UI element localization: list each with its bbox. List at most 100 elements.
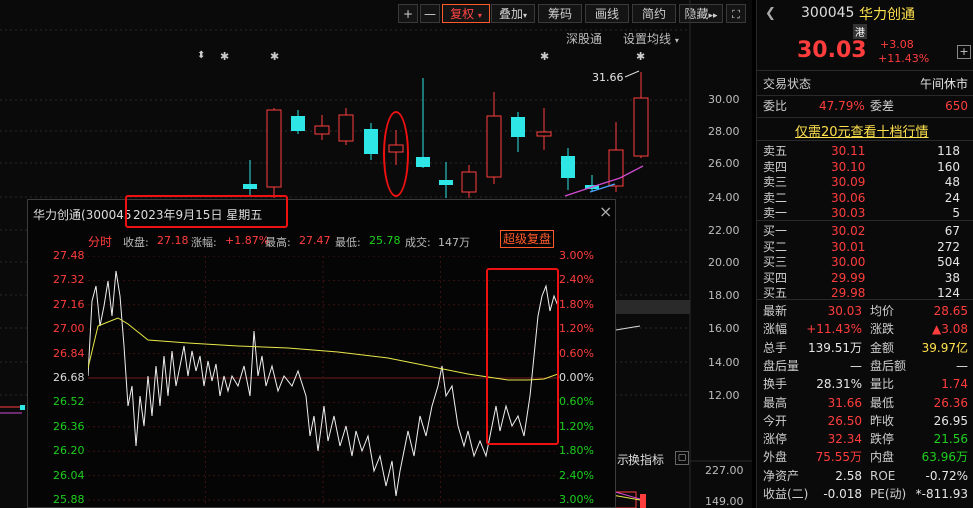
ask-label: 卖四 <box>763 159 788 174</box>
weicha-label: 委差 <box>870 99 895 113</box>
ask-row[interactable]: 卖五 30.11 118 <box>757 143 973 159</box>
ask-volume: 160 <box>937 159 960 174</box>
stat-value: 32.34 <box>827 432 862 447</box>
stat-label: 金额 <box>870 340 895 355</box>
add-watchlist-icon[interactable]: + <box>957 45 971 59</box>
stat-label: 今开 <box>763 413 788 428</box>
right-axis-tick: 1.80% <box>559 297 594 311</box>
stat-row: 收益(二) -0.018 PE(动) *-811.93 <box>757 485 973 503</box>
stat-value: — <box>956 358 968 373</box>
level10-promo-link[interactable]: 仅需20元查看十档行情 <box>795 121 929 140</box>
stat-label: 跌停 <box>870 432 895 447</box>
price-tick: 14.00 <box>708 356 740 369</box>
left-axis-tick: 27.48 <box>53 249 85 262</box>
stat-value: -0.72% <box>925 468 968 483</box>
super-replay-button[interactable]: 超级复盘 <box>500 230 555 248</box>
stat-row: 涨幅 +11.43% 涨跌 ▲3.08 <box>757 320 973 338</box>
mode-tab-fenshi[interactable]: 分时 <box>88 233 112 250</box>
bid-price: 30.00 <box>831 255 866 269</box>
vol-value: 147万 <box>438 236 470 249</box>
bid-volume: 67 <box>944 224 960 238</box>
volume-tick: 227.00 <box>705 464 744 477</box>
stat-value: +11.43% <box>806 322 862 337</box>
ask-label: 卖五 <box>763 144 788 158</box>
bid-row[interactable]: 买三 30.00 504 <box>757 254 973 270</box>
bid-volume: 504 <box>937 255 960 269</box>
stat-label: 净资产 <box>763 468 800 483</box>
right-axis-tick: 0.00% <box>559 371 594 384</box>
bid-row[interactable]: 买二 30.01 272 <box>757 239 973 255</box>
stat-value: 139.51万 <box>808 340 862 355</box>
stock-name: 华力创通 <box>859 7 915 23</box>
high-label: 最高: <box>265 236 291 249</box>
ask-label: 卖二 <box>763 190 788 205</box>
bid-label: 买三 <box>763 255 788 269</box>
ask-row[interactable]: 卖四 30.10 160 <box>757 159 973 175</box>
high-value: 27.47 <box>299 234 331 247</box>
bid-row[interactable]: 买一 30.02 67 <box>757 223 973 239</box>
left-axis-tick: 26.04 <box>53 468 85 482</box>
stat-label: 涨跌 <box>870 322 895 337</box>
price-tick: 12.00 <box>708 389 740 402</box>
stat-row: 外盘 75.55万 内盘 63.96万 <box>757 448 973 466</box>
stat-label: 最高 <box>763 395 788 410</box>
price-tick: 18.00 <box>708 289 740 302</box>
stat-label: 收益(二) <box>763 487 809 501</box>
ask-price: 30.11 <box>831 144 866 158</box>
left-axis-tick: 26.20 <box>53 444 85 458</box>
price-tick: 22.00 <box>708 224 740 237</box>
ask-row[interactable]: 卖一 30.03 5 <box>757 205 973 221</box>
back-arrow-icon[interactable]: ❮ <box>765 6 776 21</box>
stat-label: 最低 <box>870 395 895 410</box>
bid-price: 30.02 <box>831 224 866 238</box>
bid-row[interactable]: 买四 29.99 38 <box>757 270 973 286</box>
stat-label: 外盘 <box>763 450 788 465</box>
change-indicator-button[interactable]: 换指标 <box>628 451 664 468</box>
stat-row: 最新 30.03 均价 28.65 <box>757 302 973 320</box>
quote-panel: ❮ 300045 华力创通 港 30.03 +3.08 +11.43% + 交易… <box>756 0 973 508</box>
volume-tick: 149.00 <box>705 495 744 508</box>
price-change: +3.08 <box>880 38 914 51</box>
stat-value: 31.66 <box>827 395 862 410</box>
right-axis-tick: 0.60% <box>559 395 594 409</box>
annotation-box-date <box>125 195 288 228</box>
stat-value: 26.50 <box>827 413 862 428</box>
stat-label: 盘后量 <box>763 358 800 373</box>
stat-row: 盘后量 — 盘后额 — <box>757 357 973 375</box>
ask-row[interactable]: 卖二 30.06 24 <box>757 190 973 206</box>
ask-label: 卖三 <box>763 175 788 189</box>
stat-label: ROE <box>870 468 896 483</box>
left-axis-tick: 27.00 <box>53 322 85 336</box>
stat-value: 21.56 <box>933 432 968 447</box>
stat-value: 26.95 <box>933 413 968 428</box>
bid-label: 买二 <box>763 239 788 254</box>
ask-price: 30.03 <box>831 206 866 220</box>
ask-row[interactable]: 卖三 30.09 48 <box>757 174 973 190</box>
right-axis-tick: 3.00% <box>559 249 594 262</box>
stat-value: 2.58 <box>835 468 862 483</box>
stat-label: 盘后额 <box>870 358 907 373</box>
stat-value: — <box>850 358 862 373</box>
collapse-icon[interactable]: ▢ <box>675 451 689 465</box>
ask-price: 30.10 <box>831 159 866 174</box>
right-axis-tick: 0.60% <box>559 346 594 360</box>
close-icon[interactable]: × <box>599 202 612 221</box>
stat-label: 涨幅 <box>763 322 788 337</box>
low-label: 最低: <box>335 236 361 249</box>
popup-title: 华力创通(300045 <box>33 208 132 222</box>
stat-value: 1.74 <box>941 377 968 392</box>
volume-header-bar <box>616 300 690 314</box>
ask-volume: 5 <box>952 206 960 220</box>
low-value: 25.78 <box>369 234 401 247</box>
left-axis-tick: 26.68 <box>53 371 85 384</box>
left-axis-tick: 26.52 <box>53 395 85 409</box>
bid-volume: 272 <box>937 239 960 254</box>
stat-row: 今开 26.50 昨收 26.95 <box>757 412 973 430</box>
high-price-marker: 31.66 <box>592 71 624 84</box>
stat-value: 75.55万 <box>815 450 862 465</box>
price-tick: 30.00 <box>708 93 740 106</box>
stat-label: 量比 <box>870 377 895 392</box>
bid-volume: 38 <box>944 270 960 285</box>
price-tick: 26.00 <box>708 157 740 170</box>
bid-price: 29.99 <box>831 270 866 285</box>
